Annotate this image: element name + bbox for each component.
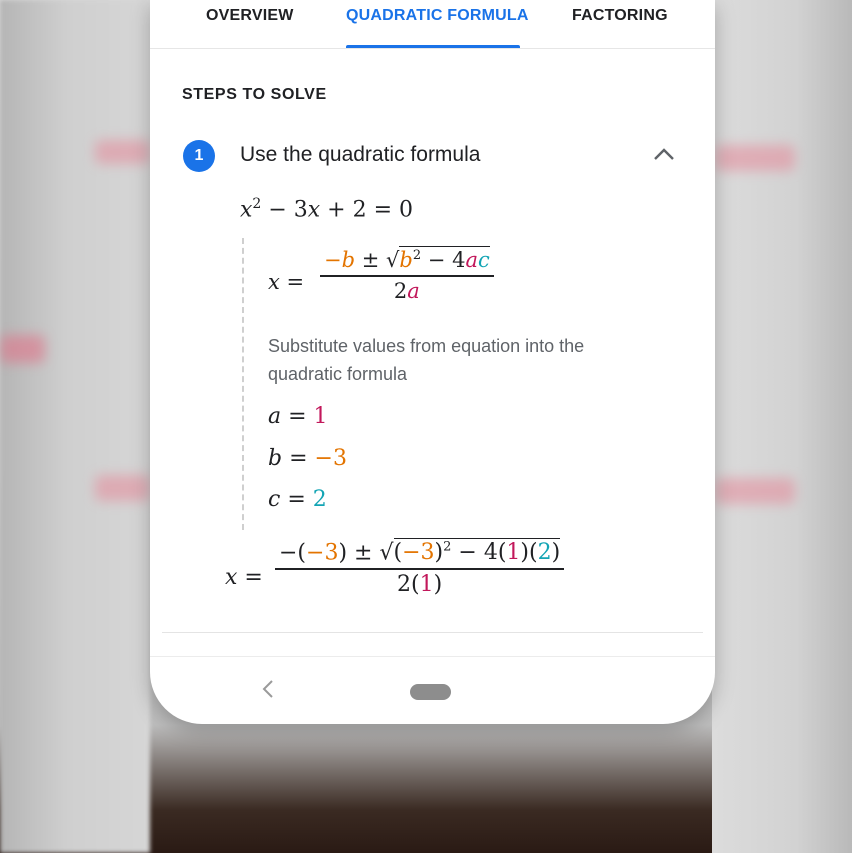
back-chevron-icon[interactable] bbox=[262, 679, 274, 699]
coefficient-c-value: 2 bbox=[312, 487, 327, 512]
background-right-blur bbox=[712, 0, 852, 853]
tab-bar: OVERVIEW QUADRATIC FORMULA FACTORING bbox=[150, 0, 715, 49]
home-pill-icon[interactable] bbox=[410, 684, 451, 700]
active-tab-indicator bbox=[346, 45, 520, 48]
substituted-formula: −(−3) ± √(−3)2 − 4(1)(2) 2(1) bbox=[275, 538, 565, 597]
background-blur-spot bbox=[0, 335, 45, 363]
equation: x2 − 3x + 2 = 0 bbox=[240, 196, 414, 223]
coefficient-c: c = 2 bbox=[268, 487, 327, 512]
phone-screen: OVERVIEW QUADRATIC FORMULA FACTORING STE… bbox=[150, 0, 715, 724]
quadratic-formula: −b ± √b2 − 4ac 2a bbox=[320, 246, 494, 303]
system-nav-bar bbox=[150, 656, 715, 724]
step-separator bbox=[162, 632, 703, 633]
tab-overview[interactable]: OVERVIEW bbox=[206, 7, 294, 25]
step-number-badge: 1 bbox=[183, 140, 215, 172]
step-detail-divider bbox=[242, 238, 244, 530]
formula-denominator: 2a bbox=[393, 278, 420, 303]
substituted-lhs: x = bbox=[225, 565, 263, 590]
background-blur-spot bbox=[95, 475, 150, 501]
coefficient-a: a = 1 bbox=[268, 404, 328, 429]
tab-quadratic-formula[interactable]: QUADRATIC FORMULA bbox=[346, 7, 529, 25]
substituted-denominator: 2(1) bbox=[396, 571, 443, 597]
chevron-up-icon[interactable] bbox=[653, 147, 675, 161]
background-left-blur bbox=[0, 0, 150, 853]
formula-fraction-bar bbox=[320, 275, 494, 277]
background-blur-spot bbox=[715, 478, 795, 504]
substituted-fraction-bar bbox=[275, 568, 565, 570]
formula-lhs: x = bbox=[268, 270, 305, 294]
background-blur-spot bbox=[95, 140, 150, 164]
coefficient-a-value: 1 bbox=[313, 404, 328, 429]
substituted-numerator: −(−3) ± √(−3)2 − 4(1)(2) bbox=[279, 538, 561, 566]
substitute-description: Substitute values from equation into the… bbox=[268, 336, 585, 384]
coefficient-b: b = −3 bbox=[268, 446, 347, 471]
step-title[interactable]: Use the quadratic formula bbox=[240, 143, 480, 167]
coefficient-b-value: −3 bbox=[314, 446, 347, 471]
formula-numerator: −b ± √b2 − 4ac bbox=[324, 246, 490, 272]
background-blur-spot bbox=[715, 145, 795, 171]
tab-factoring[interactable]: FACTORING bbox=[572, 7, 668, 25]
steps-heading: STEPS TO SOLVE bbox=[182, 86, 327, 103]
